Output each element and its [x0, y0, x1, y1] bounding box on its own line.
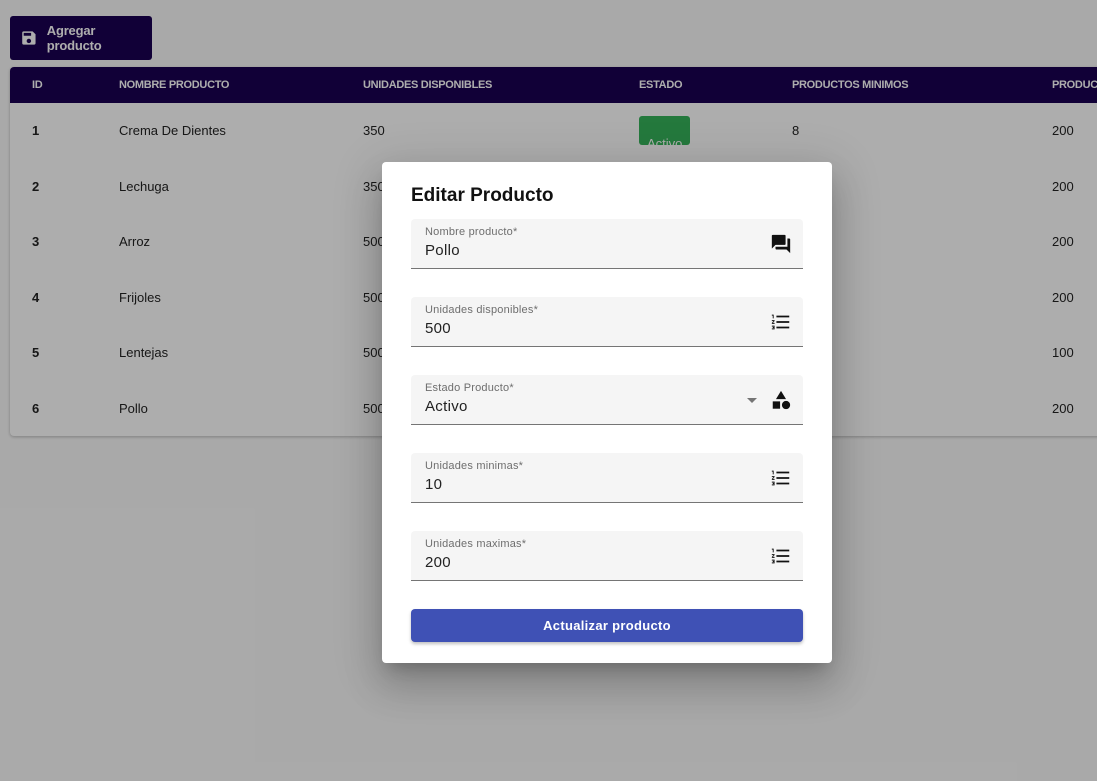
chat-bubbles-icon [771, 234, 791, 254]
product-name-label: Nombre producto* [425, 226, 518, 238]
max-units-label: Unidades maximas* [425, 538, 527, 550]
product-status-select[interactable]: Estado Producto* Activo [411, 375, 803, 425]
product-name-field[interactable]: Nombre producto* Pollo [411, 219, 803, 269]
available-units-label: Unidades disponibles* [425, 304, 539, 316]
update-product-button[interactable]: Actualizar producto [411, 609, 803, 642]
products-page: Agregar producto ID NOMBRE PRODUCTO UNID… [0, 0, 1097, 781]
max-units-value[interactable]: 200 [425, 554, 451, 571]
product-status-label: Estado Producto* [425, 382, 514, 394]
numbered-list-icon [771, 470, 790, 486]
numbered-list-icon [771, 314, 790, 330]
dropdown-arrow-icon[interactable] [747, 398, 757, 403]
product-name-value[interactable]: Pollo [425, 242, 460, 259]
shapes-icon [772, 390, 791, 410]
numbered-list-icon [771, 548, 790, 564]
edit-product-dialog: Editar Producto Nombre producto* Pollo U… [382, 162, 832, 663]
max-units-field[interactable]: Unidades maximas* 200 [411, 531, 803, 581]
min-units-value[interactable]: 10 [425, 476, 442, 493]
min-units-field[interactable]: Unidades minimas* 10 [411, 453, 803, 503]
available-units-value[interactable]: 500 [425, 320, 451, 337]
dialog-title: Editar Producto [411, 185, 554, 206]
available-units-field[interactable]: Unidades disponibles* 500 [411, 297, 803, 347]
product-status-value[interactable]: Activo [425, 398, 468, 415]
min-units-label: Unidades minimas* [425, 460, 524, 472]
